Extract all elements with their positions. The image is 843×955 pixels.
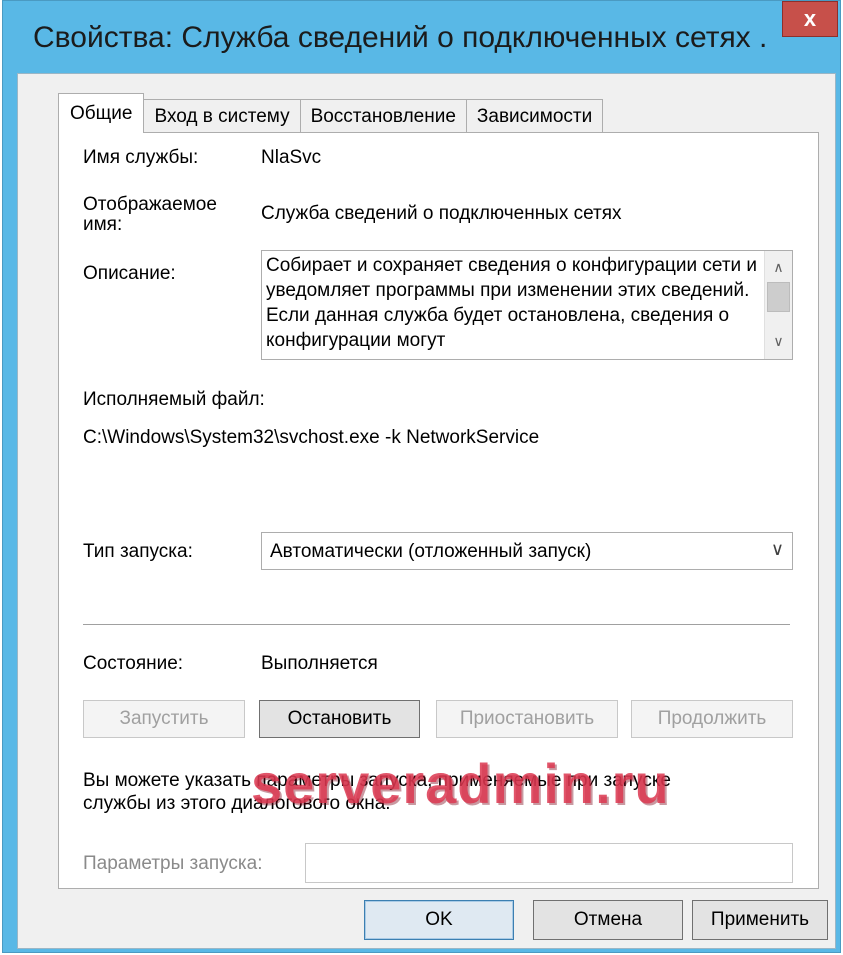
chevron-down-icon: ∨ [773, 333, 784, 349]
properties-dialog: Свойства: Служба сведений о подключенных… [2, 0, 841, 953]
window-title: Свойства: Служба сведений о подключенных… [33, 21, 768, 54]
close-icon: x [803, 6, 817, 31]
display-name-label-line1: Отображаемое [83, 194, 217, 215]
start-params-input[interactable] [305, 843, 793, 883]
executable-path: C:\Windows\System32\svchost.exe -k Netwo… [83, 427, 540, 448]
display-name-value: Служба сведений о подключенных сетях [261, 203, 622, 224]
startup-type-label: Тип запуска: [83, 541, 193, 562]
tab-general[interactable]: Общие [58, 93, 145, 133]
tab-recovery[interactable]: Восстановление [299, 99, 467, 133]
cancel-button[interactable]: Отмена [533, 900, 683, 940]
scroll-up-button[interactable]: ∧ [765, 255, 792, 280]
pause-button[interactable]: Приостановить [436, 700, 618, 738]
service-name-value: NlaSvc [261, 147, 322, 168]
start-params-hint: Вы можете указать параметры запуска, при… [83, 769, 671, 815]
status-label: Состояние: [83, 653, 184, 674]
executable-label: Исполняемый файл: [83, 389, 265, 410]
apply-button[interactable]: Применить [692, 900, 828, 940]
description-field[interactable]: Собирает и сохраняет сведения о конфигур… [261, 250, 793, 360]
scrollbar-thumb[interactable] [767, 282, 790, 312]
description-scrollbar[interactable]: ∧ ∨ [764, 251, 792, 359]
chevron-up-icon: ∧ [773, 259, 784, 275]
resume-button[interactable]: Продолжить [631, 700, 793, 738]
startup-type-select[interactable]: Автоматически (отложенный запуск) ∨ [261, 532, 793, 570]
startup-type-value: Автоматически (отложенный запуск) [270, 541, 592, 562]
start-params-hint-line2: службы из этого диалогового окна. [83, 793, 391, 814]
tab-dependencies[interactable]: Зависимости [465, 99, 604, 133]
description-label: Описание: [83, 263, 176, 284]
title-bar[interactable]: Свойства: Служба сведений о подключенных… [3, 1, 840, 73]
ok-button[interactable]: OK [364, 900, 514, 940]
display-name-label-line2: имя: [83, 214, 123, 235]
start-params-hint-line1: Вы можете указать параметры запуска, при… [83, 770, 671, 791]
service-name-label: Имя службы: [83, 147, 199, 168]
close-button[interactable]: x [782, 1, 838, 37]
tab-log-on[interactable]: Вход в систему [143, 99, 301, 133]
start-button[interactable]: Запустить [83, 700, 245, 738]
dialog-client-area: Общие Вход в систему Восстановление Зави… [17, 73, 836, 949]
general-tab-panel: Имя службы: NlaSvc Отображаемое имя: Слу… [58, 132, 819, 889]
stop-button[interactable]: Остановить [259, 700, 420, 738]
section-divider [83, 624, 790, 625]
scroll-down-button[interactable]: ∨ [765, 329, 792, 354]
start-params-label: Параметры запуска: [83, 853, 263, 874]
tab-strip: Общие Вход в систему Восстановление Зави… [58, 93, 604, 133]
status-value: Выполняется [261, 653, 378, 674]
chevron-down-icon: ∨ [770, 539, 784, 559]
display-name-label: Отображаемое имя: [83, 195, 217, 235]
description-text: Собирает и сохраняет сведения о конфигур… [266, 255, 758, 351]
